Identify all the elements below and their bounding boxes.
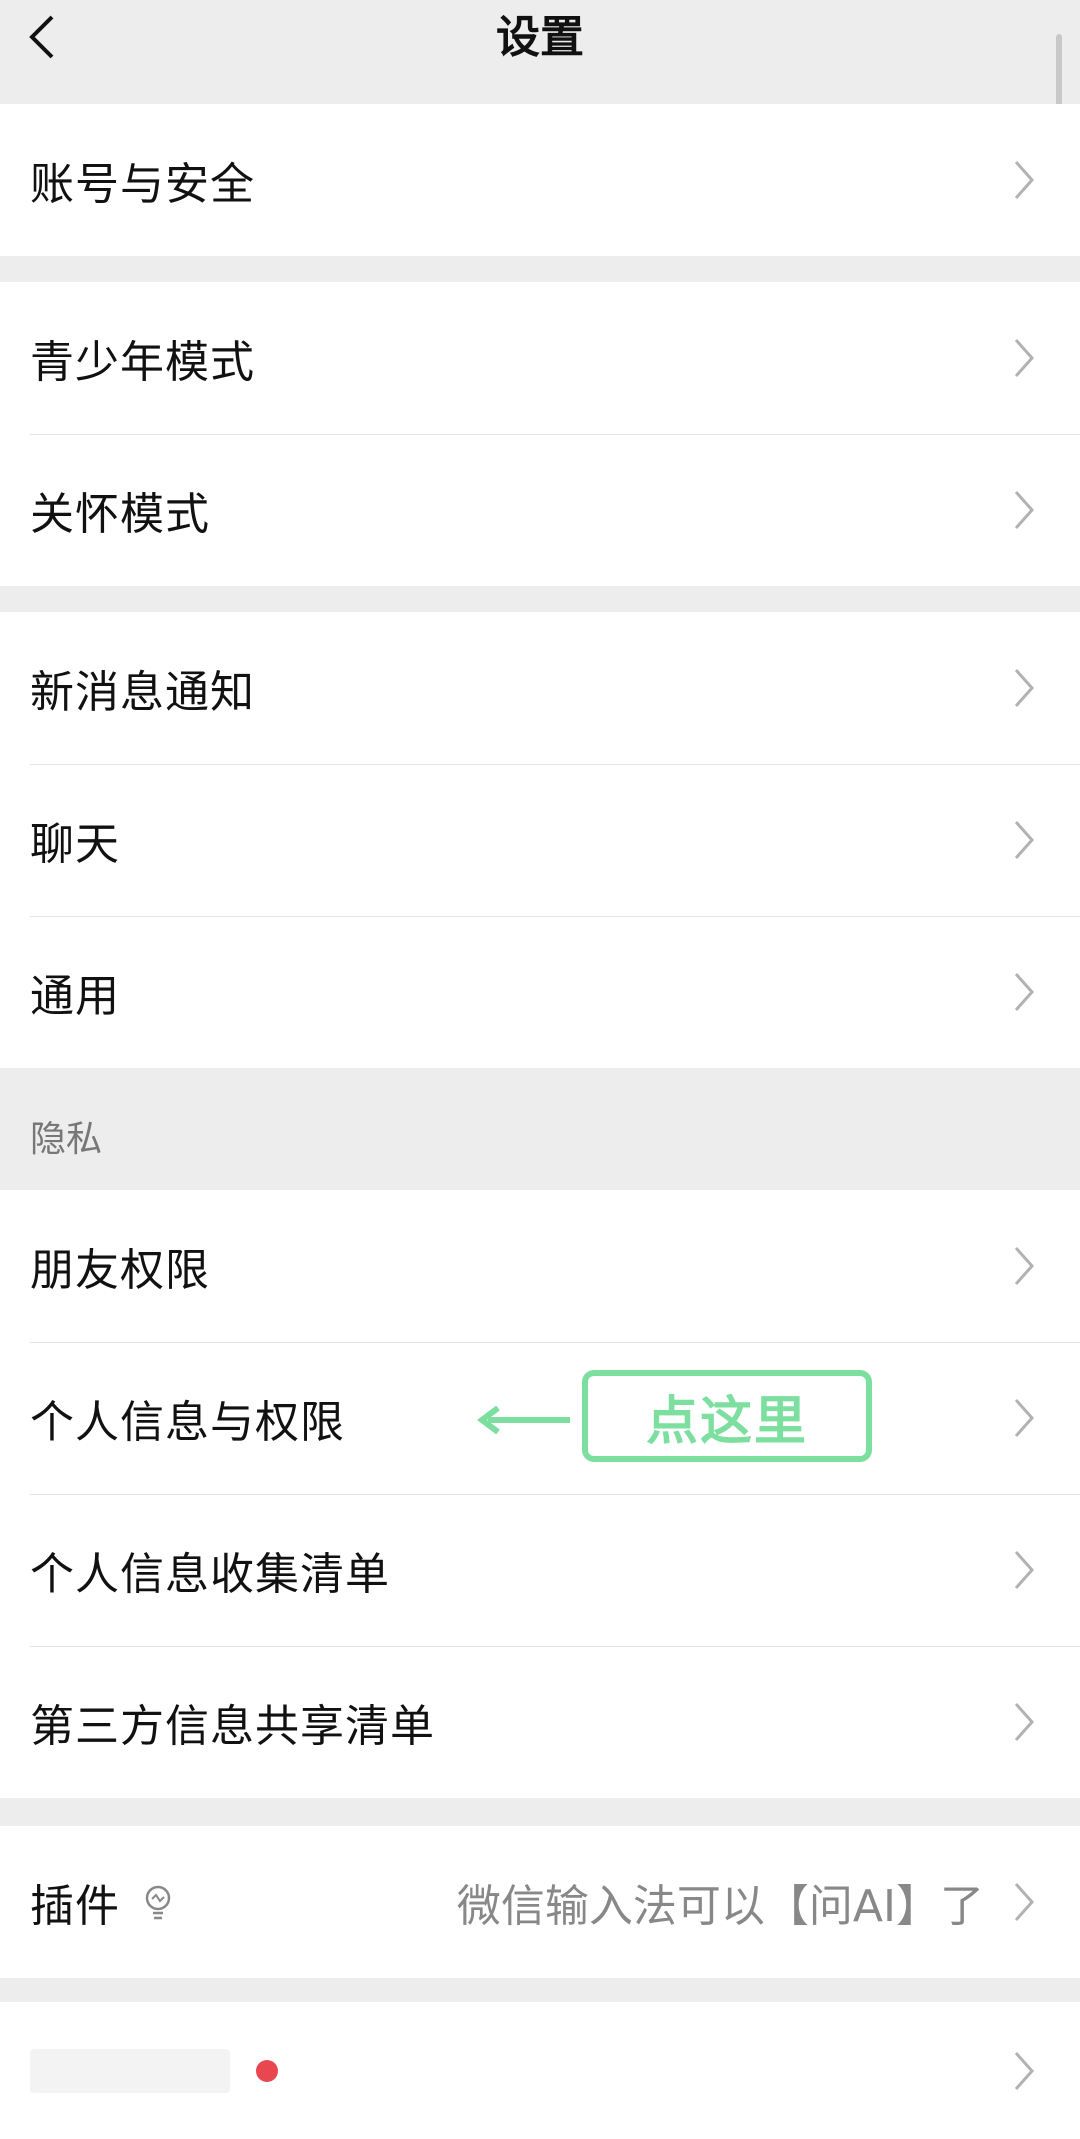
- chevron-right-icon: [1014, 2051, 1035, 2090]
- chevron-right-icon: [1014, 1703, 1035, 1741]
- setting-item-label: 插件: [30, 1881, 120, 1932]
- chevron-right-icon: [1014, 339, 1035, 377]
- chevron-right-icon: [1014, 669, 1035, 707]
- settings-group-plugins: 插件 微信输入法可以【问AI】了: [0, 1826, 1080, 1978]
- settings-group-account: 账号与安全: [0, 104, 1080, 256]
- setting-item-plugins[interactable]: 插件 微信输入法可以【问AI】了: [0, 1826, 1080, 1978]
- setting-item-label: 青少年模式: [30, 337, 255, 388]
- chevron-right-icon: [1014, 1551, 1035, 1589]
- chevron-right-icon: [1014, 1883, 1035, 1921]
- setting-item-third-party-sharing-list[interactable]: 第三方信息共享清单: [0, 1646, 1080, 1798]
- plugin-note: 微信输入法可以【问AI】了: [456, 1881, 984, 1932]
- settings-group-general: 新消息通知 聊天 通用: [0, 612, 1080, 1068]
- setting-item-friend-permissions[interactable]: 朋友权限: [0, 1190, 1080, 1342]
- setting-item-label: 个人信息收集清单: [30, 1549, 390, 1600]
- tutorial-annotation: 点这里: [474, 1370, 884, 1470]
- arrow-left-icon: [477, 1406, 570, 1434]
- lightbulb-icon: [142, 1882, 174, 1922]
- setting-item-label: 第三方信息共享清单: [30, 1701, 435, 1752]
- setting-item-label: 聊天: [30, 819, 120, 870]
- settings-group-extra: [0, 2002, 1080, 2139]
- red-dot-badge: [256, 2059, 278, 2082]
- section-header-label: 隐私: [30, 1119, 103, 1160]
- chevron-right-icon: [1014, 821, 1035, 859]
- setting-item-chat[interactable]: 聊天: [0, 764, 1080, 916]
- chevron-right-icon: [1014, 973, 1035, 1011]
- chevron-right-icon: [1014, 1247, 1035, 1285]
- section-header-privacy: 隐私: [0, 1070, 1080, 1190]
- chevron-right-icon: [1014, 161, 1035, 199]
- setting-item-general[interactable]: 通用: [0, 916, 1080, 1068]
- setting-item-label: 新消息通知: [30, 667, 255, 718]
- setting-item-label: 个人信息与权限: [30, 1397, 345, 1448]
- chevron-right-icon: [1014, 1399, 1035, 1437]
- setting-item-label: 关怀模式: [30, 489, 210, 540]
- setting-item-youth-mode[interactable]: 青少年模式: [0, 282, 1080, 434]
- annotation-label: 点这里: [582, 1370, 872, 1462]
- blurred-label: [30, 2048, 230, 2093]
- page-title: 设置: [496, 12, 584, 63]
- setting-item-notifications[interactable]: 新消息通知: [0, 612, 1080, 764]
- setting-item-care-mode[interactable]: 关怀模式: [0, 434, 1080, 586]
- chevron-right-icon: [1014, 491, 1035, 529]
- setting-item-info-collection-list[interactable]: 个人信息收集清单: [0, 1494, 1080, 1646]
- settings-group-modes: 青少年模式 关怀模式: [0, 282, 1080, 586]
- setting-item-label: 通用: [30, 971, 120, 1022]
- setting-item-account-security[interactable]: 账号与安全: [0, 104, 1080, 256]
- setting-item-blurred[interactable]: [0, 2002, 1080, 2139]
- settings-group-privacy: 朋友权限 个人信息与权限 个人信息收集清单 第三方信息共享清单: [0, 1190, 1080, 1798]
- nav-bar: 设置: [0, 0, 1080, 104]
- setting-item-label: 账号与安全: [30, 159, 255, 210]
- setting-item-label: 朋友权限: [30, 1245, 210, 1296]
